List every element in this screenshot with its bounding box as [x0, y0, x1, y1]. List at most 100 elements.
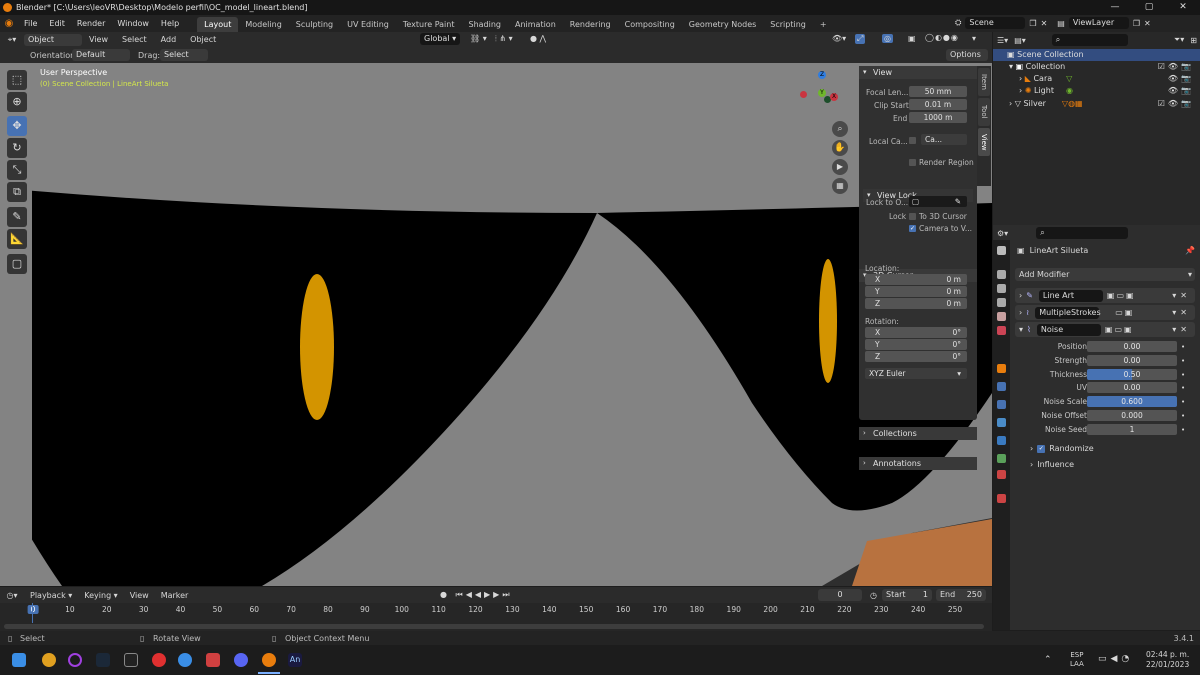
- properties-editor-icon[interactable]: ⚙▾: [997, 229, 1008, 238]
- prop-value-field[interactable]: 0.600: [1087, 396, 1177, 408]
- new-scene-icon[interactable]: ❐: [1029, 19, 1036, 28]
- menu-render[interactable]: Render: [71, 15, 111, 32]
- render-tab-icon[interactable]: [997, 270, 1006, 279]
- tab-rendering[interactable]: Rendering: [563, 17, 618, 32]
- proportional-icon[interactable]: ● ⋀: [530, 34, 546, 43]
- location-z-field[interactable]: Z 0 m: [865, 298, 967, 309]
- location-y-field[interactable]: Y 0 m: [865, 286, 967, 297]
- clip-end-field[interactable]: 1000 m: [909, 112, 967, 123]
- drag-dropdown[interactable]: Select Box: [160, 49, 208, 71]
- timeline-editor-icon[interactable]: ◷▾: [0, 591, 24, 600]
- end-frame-field[interactable]: End 250: [936, 589, 986, 601]
- display-mode-icon[interactable]: ▤▾: [1014, 36, 1026, 45]
- menu-window[interactable]: Window: [111, 15, 155, 32]
- menu-add[interactable]: Add: [154, 35, 184, 44]
- start-frame-field[interactable]: Start 1: [882, 589, 932, 601]
- modifier-noise[interactable]: ▾ ⌇ Noise ▣▭▣ ▾✕: [1015, 322, 1195, 337]
- view-layer-tab-icon[interactable]: [997, 298, 1006, 307]
- outliner-row-cara[interactable]: › ◣ Cara ▽ 👁📷: [993, 73, 1200, 85]
- blender-menu-icon[interactable]: ◉: [0, 18, 18, 29]
- modifier-menu-close[interactable]: ▾✕: [1172, 308, 1195, 317]
- modifier-menu-close[interactable]: ▾✕: [1172, 291, 1195, 300]
- windows-start-icon[interactable]: [12, 653, 26, 667]
- cursor-tool-icon[interactable]: ⊕: [7, 92, 27, 112]
- clip-start-field[interactable]: 0.01 m: [909, 99, 967, 110]
- scene-tab-icon[interactable]: [997, 312, 1006, 321]
- tray-icons[interactable]: ▭◀◔: [1098, 654, 1133, 664]
- menu-select[interactable]: Select: [115, 35, 154, 44]
- menu-object[interactable]: Object: [183, 35, 223, 44]
- modifier-multiple-strokes[interactable]: › ≀ MultipleStrokes ▭▣ ▾✕: [1015, 305, 1195, 320]
- row-visibility-icons[interactable]: 👁📷: [1168, 85, 1194, 97]
- menu-playback[interactable]: Playback ▾: [24, 591, 78, 600]
- clock[interactable]: 02:44 p. m. 22/01/2023: [1146, 650, 1189, 670]
- modifier-toggles[interactable]: ▭▣: [1115, 308, 1134, 317]
- lock-to-object-field[interactable]: ▢ ✎: [909, 196, 967, 207]
- outliner-editor-icon[interactable]: ☰▾: [997, 36, 1008, 45]
- current-frame-marker[interactable]: 0: [27, 605, 39, 614]
- maximize-button[interactable]: ▢: [1132, 0, 1166, 15]
- world-tab-icon[interactable]: [997, 326, 1006, 335]
- prop-value-field[interactable]: 0.00: [1087, 354, 1177, 366]
- outliner-row-collection[interactable]: ▾ ▣ Collection ☑👁📷: [993, 61, 1200, 73]
- modifier-line-art[interactable]: › ✎ Line Art ▣▭▣ ▾✕: [1015, 288, 1195, 303]
- keyframe-dot-icon[interactable]: •: [1181, 396, 1185, 408]
- annotate-tool-icon[interactable]: ✎: [7, 207, 27, 227]
- rotation-z-field[interactable]: Z 0°: [865, 351, 967, 362]
- editor-type-icon[interactable]: ⌖▾: [0, 35, 24, 45]
- outliner-search-input[interactable]: ⌕: [1051, 34, 1128, 46]
- camera-view-icon[interactable]: ▶: [832, 159, 848, 175]
- image-app-icon[interactable]: [206, 653, 220, 667]
- tab-item[interactable]: Item: [978, 68, 990, 96]
- overlay-toggle-icon[interactable]: ◎: [882, 34, 893, 43]
- mode-selector[interactable]: Object Mode: [24, 33, 82, 56]
- shading-modes[interactable]: ◯◐●◉: [925, 33, 959, 42]
- new-collection-icon[interactable]: ⊞: [1190, 36, 1197, 45]
- tab-view[interactable]: View: [978, 128, 990, 156]
- keyframe-dot-icon[interactable]: •: [1181, 341, 1185, 353]
- timeline-scrollbar[interactable]: [4, 624, 984, 629]
- add-cube-tool-icon[interactable]: ▢: [7, 254, 27, 274]
- gizmo-x-axis[interactable]: X: [830, 93, 838, 101]
- keyframe-dot-icon[interactable]: •: [1181, 355, 1185, 367]
- filter-icon[interactable]: ⏷▾: [1174, 35, 1184, 45]
- delete-viewlayer-icon[interactable]: ✕: [1144, 19, 1151, 28]
- tab-compositing[interactable]: Compositing: [618, 17, 682, 32]
- add-workspace-button[interactable]: +: [813, 17, 834, 32]
- perspective-grid-icon[interactable]: ▦: [832, 178, 848, 194]
- local-camera-field[interactable]: Ca...: [921, 134, 967, 145]
- menu-view[interactable]: View: [124, 591, 155, 600]
- rotation-y-field[interactable]: Y 0°: [865, 339, 967, 350]
- data-tab-icon[interactable]: [997, 454, 1006, 463]
- select-box-tool-icon[interactable]: ⬚: [7, 70, 27, 90]
- view-panel-header[interactable]: View: [859, 66, 977, 79]
- minimize-button[interactable]: —: [1098, 0, 1132, 15]
- keyframe-dot-icon[interactable]: •: [1181, 382, 1185, 394]
- timeline-area[interactable]: 0 10 20 30 40 50 60 70 80 90 100 110 120 130 140 150 160…: [0, 603, 992, 631]
- viewlayer-field[interactable]: ViewLayer: [1068, 17, 1129, 29]
- gizmo-z-axis[interactable]: Z: [818, 71, 826, 79]
- delete-scene-icon[interactable]: ✕: [1041, 19, 1048, 28]
- annotations-header[interactable]: Annotations: [859, 457, 977, 470]
- tab-uv-editing[interactable]: UV Editing: [340, 17, 396, 32]
- chrome-icon[interactable]: [42, 653, 56, 667]
- options-button[interactable]: Options: [946, 49, 988, 61]
- menu-file[interactable]: File: [18, 15, 43, 32]
- tool-tab-icon[interactable]: [997, 246, 1006, 255]
- discord-icon[interactable]: [234, 653, 248, 667]
- row-visibility-icons[interactable]: ☑👁📷: [1158, 98, 1194, 110]
- local-camera-checkbox[interactable]: [909, 137, 916, 144]
- tab-animation[interactable]: Animation: [508, 17, 563, 32]
- tab-shading[interactable]: Shading: [461, 17, 508, 32]
- circle-app-icon[interactable]: [68, 653, 82, 667]
- animate-icon[interactable]: An: [288, 653, 302, 667]
- pan-hand-icon[interactable]: ✋: [832, 140, 848, 156]
- 3d-viewport[interactable]: User Perspective (0) Scene Collection | …: [32, 63, 992, 586]
- rotation-mode-dropdown[interactable]: XYZ Euler ▾: [865, 368, 967, 379]
- pivot-icon[interactable]: ⛓ ▾: [470, 34, 487, 43]
- playback-controls[interactable]: ● ⏮◀◀▶▶⏭: [440, 590, 513, 600]
- modifier-name-field[interactable]: MultipleStrokes: [1035, 306, 1101, 319]
- tray-arrow-icon[interactable]: ⌃: [1044, 655, 1054, 665]
- output-tab-icon[interactable]: [997, 284, 1006, 293]
- modifier-tab-icon[interactable]: [997, 382, 1006, 391]
